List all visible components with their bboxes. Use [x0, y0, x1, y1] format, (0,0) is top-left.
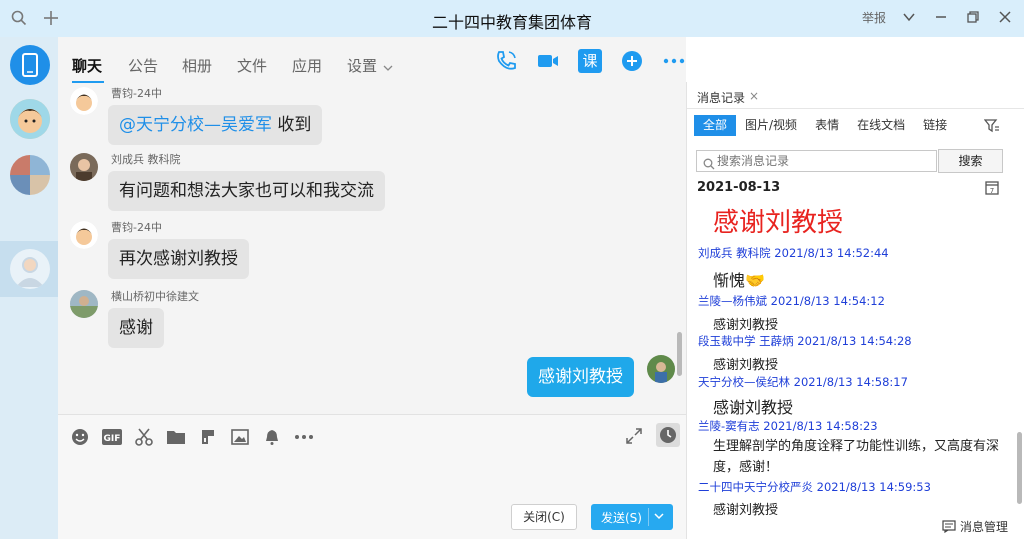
minimize-icon[interactable] [932, 8, 950, 26]
history-record: 生理解剖学的角度诠释了功能性训练，又高度有深度，感谢！ [713, 439, 1000, 475]
message-bubble[interactable]: @天宁分校—吴爱军 收到 [108, 105, 323, 145]
message-history-panel: 消息记录 × 全部 图片/视频 表情 在线文档 链接 搜索 2021-08-13… [686, 82, 1024, 539]
music-icon[interactable] [198, 427, 218, 447]
history-clock-icon[interactable] [656, 423, 680, 447]
send-label: 发送(S) [601, 511, 642, 525]
message-manager-icon [942, 520, 956, 533]
history-search-input[interactable] [717, 153, 932, 169]
svg-text:7: 7 [990, 187, 994, 195]
more-icon[interactable] [662, 49, 686, 73]
scissors-icon[interactable] [134, 427, 154, 447]
group-avatar[interactable] [10, 155, 50, 195]
history-close-icon[interactable]: × [749, 89, 759, 103]
gif-icon[interactable]: GIF [102, 427, 122, 447]
device-icon[interactable] [10, 45, 50, 85]
send-button[interactable]: 发送(S) [591, 504, 673, 530]
close-icon[interactable] [996, 8, 1014, 26]
history-record-meta[interactable]: 段玉裁中学 王薜炳 2021/8/13 14:54:28 [698, 333, 912, 349]
mention-link[interactable]: @天宁分校—吴爱军 [119, 115, 272, 135]
sender-name: 横山桥初中徐建文 [111, 290, 199, 303]
filter-all[interactable]: 全部 [694, 115, 737, 136]
conversation-avatar[interactable] [10, 99, 50, 139]
history-record-meta[interactable]: 刘成兵 教科院 2021/8/13 14:52:44 [698, 245, 889, 261]
message-manager-label: 消息管理 [959, 520, 1008, 534]
sender-name: 曹钧-24中 [111, 87, 162, 100]
bell-icon[interactable] [262, 427, 282, 447]
send-divider [648, 508, 649, 526]
tab-settings[interactable]: 设置 [347, 55, 377, 76]
filter-funnel-icon[interactable] [983, 118, 1000, 134]
chat-pane: 聊天 公告 相册 文件 应用 设置 课 曹钧-24中 @天宁分校—吴爱军 收到 … [58, 37, 686, 539]
expand-icon[interactable] [625, 427, 645, 447]
calendar-icon[interactable]: 7 [985, 180, 999, 195]
history-record: 感谢刘教授 [713, 503, 779, 518]
message-list: 曹钧-24中 @天宁分校—吴爱军 收到 刘成兵 教科院 有问题和想法大家也可以和… [58, 85, 686, 451]
history-record-meta[interactable]: 兰陵-窦有志 2021/8/13 14:58:23 [698, 418, 878, 434]
emoji-icon[interactable] [70, 427, 90, 447]
voice-call-icon[interactable] [494, 49, 518, 73]
message-manager-link[interactable]: 消息管理 [942, 518, 1008, 535]
message-bubble[interactable]: 有问题和想法大家也可以和我交流 [108, 171, 385, 211]
history-record-meta[interactable]: 兰陵—杨伟斌 2021/8/13 14:54:12 [698, 293, 885, 309]
tab-apps[interactable]: 应用 [292, 55, 322, 76]
tab-chat[interactable]: 聊天 [72, 55, 102, 76]
chevron-down-icon[interactable] [900, 8, 918, 26]
history-date: 2021-08-13 [697, 180, 781, 195]
history-record: 惭愧🤝 [713, 271, 765, 290]
history-scrollbar-thumb[interactable] [1017, 432, 1022, 504]
close-button[interactable]: 关闭(C) [511, 504, 577, 530]
search-icon [703, 155, 715, 174]
my-message-bubble[interactable]: 感谢刘教授 [527, 357, 634, 397]
filter-emoji[interactable]: 表情 [806, 115, 848, 136]
sender-avatar[interactable] [70, 87, 98, 115]
input-area: GIF 关闭(C) 发送(S) [58, 414, 686, 539]
history-panel-header: 消息记录 × [687, 82, 1024, 109]
sender-avatar[interactable] [70, 221, 98, 249]
send-options-chevron-icon[interactable] [653, 510, 665, 525]
conversation-rail [0, 37, 58, 539]
chat-scrollbar-thumb[interactable] [677, 332, 682, 376]
message-bubble[interactable]: 再次感谢刘教授 [108, 239, 249, 279]
history-title: 消息记录 [697, 91, 746, 105]
title-bar: 二十四中教育集团体育 举报 [0, 0, 1024, 37]
history-record: 感谢刘教授 [713, 318, 779, 333]
svg-text:GIF: GIF [104, 434, 121, 444]
sender-name: 刘成兵 教科院 [111, 153, 181, 166]
video-call-icon[interactable] [536, 49, 560, 73]
tab-announcement[interactable]: 公告 [128, 55, 158, 76]
restore-icon[interactable] [964, 8, 982, 26]
filter-docs[interactable]: 在线文档 [848, 115, 914, 136]
add-circle-icon[interactable] [620, 49, 644, 73]
folder-icon[interactable] [166, 427, 186, 447]
image-icon[interactable] [230, 427, 250, 447]
history-filters: 全部 图片/视频 表情 在线文档 链接 [694, 115, 956, 136]
my-avatar[interactable] [647, 355, 675, 383]
course-icon[interactable]: 课 [578, 49, 602, 73]
active-tab-indicator [72, 81, 104, 83]
history-record-meta[interactable]: 天宁分校—侯纪林 2021/8/13 14:58:17 [698, 374, 908, 390]
filter-media[interactable]: 图片/视频 [736, 115, 806, 136]
history-search-field [696, 150, 937, 172]
message-bubble[interactable]: 感谢 [108, 308, 164, 348]
history-record: 感谢刘教授 [713, 398, 794, 417]
history-record: 感谢刘教授 [713, 208, 844, 238]
tab-album[interactable]: 相册 [182, 55, 212, 76]
history-record: 感谢刘教授 [713, 358, 779, 373]
sender-name: 曹钧-24中 [111, 221, 162, 234]
sender-avatar[interactable] [70, 153, 98, 181]
history-record-meta[interactable]: 二十四中天宁分校严炎 2021/8/13 14:59:53 [698, 479, 931, 495]
history-search-button[interactable]: 搜索 [938, 149, 1003, 173]
sender-avatar[interactable] [70, 290, 98, 318]
filter-links[interactable]: 链接 [914, 115, 956, 136]
selected-conversation-avatar[interactable] [10, 249, 50, 289]
more-tools-icon[interactable] [294, 427, 314, 447]
report-link[interactable]: 举报 [862, 9, 886, 26]
tab-files[interactable]: 文件 [237, 55, 267, 76]
chat-tab-bar: 聊天 公告 相册 文件 应用 设置 课 [58, 37, 686, 85]
settings-chevron-icon[interactable] [383, 58, 393, 77]
